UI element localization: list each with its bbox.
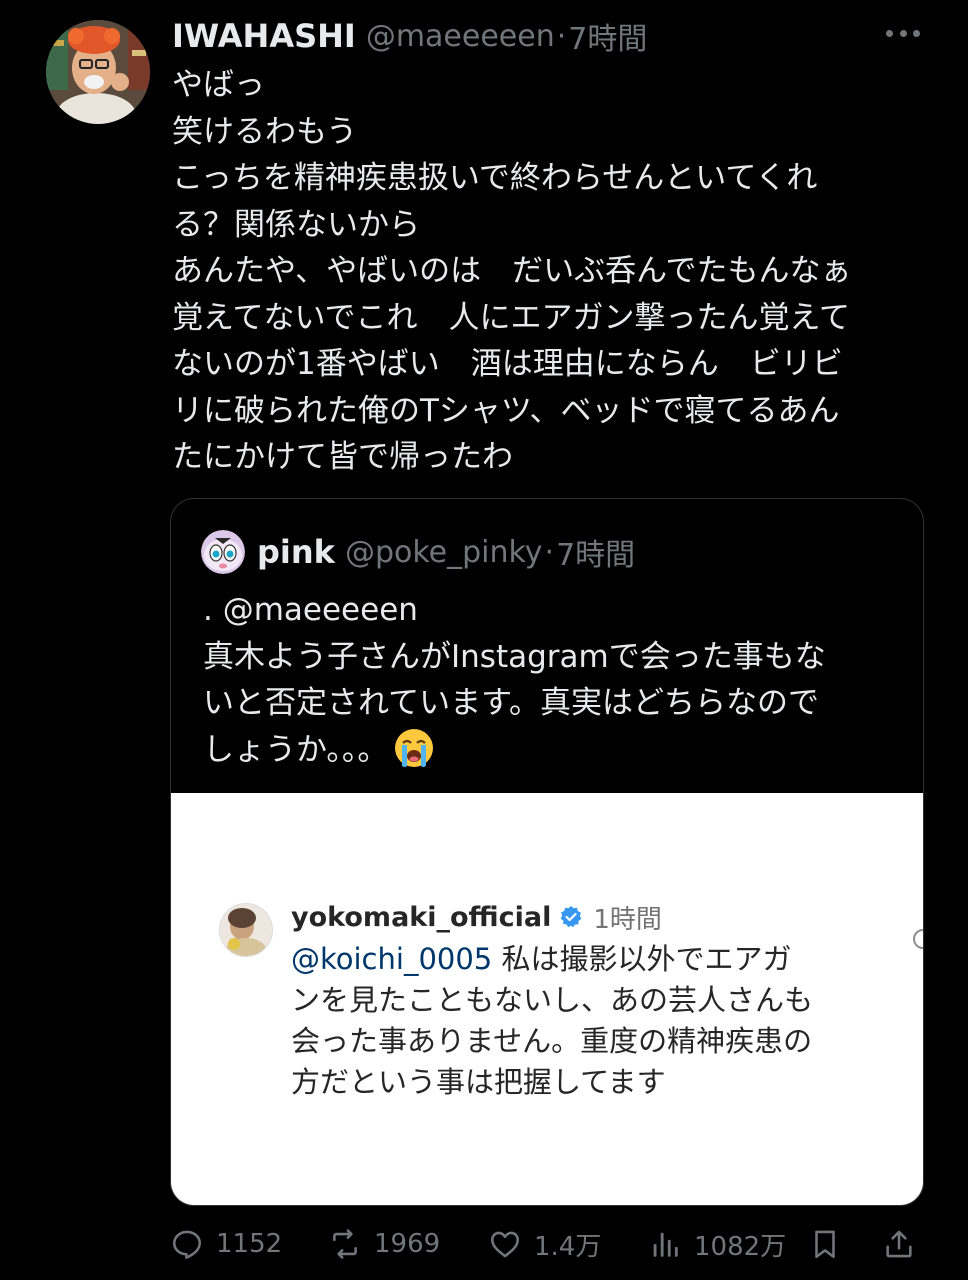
instagram-comment-line: @koichi_0005 私は撮影以外でエアガ: [291, 939, 891, 980]
post-line: リに破られた俺のTシャツ、ベッドで寝てるあん: [172, 392, 840, 429]
instagram-avatar: [219, 903, 273, 957]
post-line: やばっ: [172, 67, 265, 103]
separator-dot: ·: [556, 18, 567, 54]
quoted-line: しょうか。。。: [203, 727, 903, 774]
reply-button[interactable]: 1152: [170, 1220, 282, 1268]
instagram-comment-header: yokomaki_official 1時間: [291, 897, 662, 937]
post-line: ないのが1番やばい 酒は理由にならん ビリビ: [172, 346, 843, 382]
quoted-line-text: しょうか。。。: [203, 731, 389, 768]
repost-count: 1969: [374, 1229, 441, 1259]
reply-icon: [172, 1230, 202, 1259]
author-handle[interactable]: @maeeeeen: [366, 19, 555, 54]
quoted-author-handle[interactable]: @poke_pinky: [345, 535, 543, 570]
author-name[interactable]: IWAHASHI: [172, 17, 356, 55]
quoted-line: 真木よう子さんがInstagramで会った事もな: [203, 638, 826, 675]
pink-avatar-icon: [201, 530, 245, 574]
like-button[interactable]: 1.4万: [488, 1220, 601, 1268]
quoted-media-image[interactable]: yokomaki_official 1時間 @koichi_0005 私は撮影以…: [171, 793, 923, 1205]
post-line: 覚えてないでこれ 人にエアガン撃ったん覚えて: [172, 299, 850, 336]
views-icon: [653, 1232, 678, 1257]
quoted-text: . @maeeeeen 真木よう子さんがInstagramで会った事もな いと否…: [203, 587, 903, 773]
bookmark-button[interactable]: [808, 1220, 842, 1268]
instagram-comment-line: 会った事ありません。重度の精神疾患の: [291, 1024, 813, 1058]
quoted-avatar: [201, 530, 245, 574]
quoted-author-name[interactable]: pink: [257, 533, 335, 571]
post-line: たにかけて皆で帰ったわ: [172, 439, 513, 475]
loudly-crying-face-icon: [395, 728, 434, 767]
share-button[interactable]: [882, 1220, 916, 1268]
post-text: やばっ 笑けるわもう こっちを精神疾患扱いで終わらせんといてくれ る？関係ないか…: [172, 62, 920, 481]
heart-icon: [490, 1231, 520, 1258]
author-avatar[interactable]: [46, 20, 150, 124]
views-button[interactable]: 1082万: [648, 1220, 786, 1268]
repost-button[interactable]: 1969: [328, 1220, 440, 1268]
instagram-time: 1時間: [593, 904, 662, 935]
repost-icon: [333, 1229, 357, 1259]
action-bar: 1152 1969 1.4万 1082万: [170, 1220, 922, 1268]
post-time[interactable]: 7時間: [568, 14, 647, 58]
instagram-username: yokomaki_official: [291, 901, 552, 933]
post-header: IWAHASHI @maeeeeen · 7時間: [172, 14, 908, 58]
quoted-line: . @maeeeeen: [203, 592, 418, 628]
instagram-comment-line-rest: 私は撮影以外でエアガ: [492, 942, 792, 976]
separator-dot: ·: [544, 534, 555, 570]
quoted-line: いと否定されています。真実はどちらなので: [203, 685, 819, 721]
like-count: 1.4万: [534, 1231, 602, 1262]
share-icon: [886, 1230, 912, 1258]
reply-count: 1152: [216, 1229, 283, 1259]
quoted-header: pink @poke_pinky · 7時間: [201, 529, 635, 575]
instagram-comment-text: @koichi_0005 私は撮影以外でエアガ ンを見たこともないし、あの芸人さ…: [291, 939, 891, 1103]
author-avatar-image: [46, 20, 150, 124]
quoted-post[interactable]: pink @poke_pinky · 7時間 . @maeeeeen 真木よう子…: [170, 498, 924, 1206]
post-line: こっちを精神疾患扱いで終わらせんといてくれ: [172, 160, 818, 196]
instagram-avatar-image: [220, 904, 272, 956]
quoted-time: 7時間: [556, 538, 636, 573]
instagram-comment-line: 方だという事は把握してます: [291, 1065, 666, 1099]
more-options-icon[interactable]: [886, 26, 920, 40]
instagram-mention: @koichi_0005: [291, 942, 493, 976]
view-count: 1082万: [694, 1231, 787, 1262]
post-line: 笑けるわもう: [172, 113, 358, 150]
post-line: る？関係ないから: [172, 206, 420, 243]
post-line: あんたや、やばいのは だいぶ呑んでたもんなぁ: [172, 253, 852, 289]
bookmark-icon: [815, 1230, 835, 1259]
verified-badge-icon: [560, 906, 582, 928]
cropped-circle-icon: [913, 929, 923, 949]
instagram-comment-line: ンを見たこともないし、あの芸人さんも: [291, 983, 814, 1017]
